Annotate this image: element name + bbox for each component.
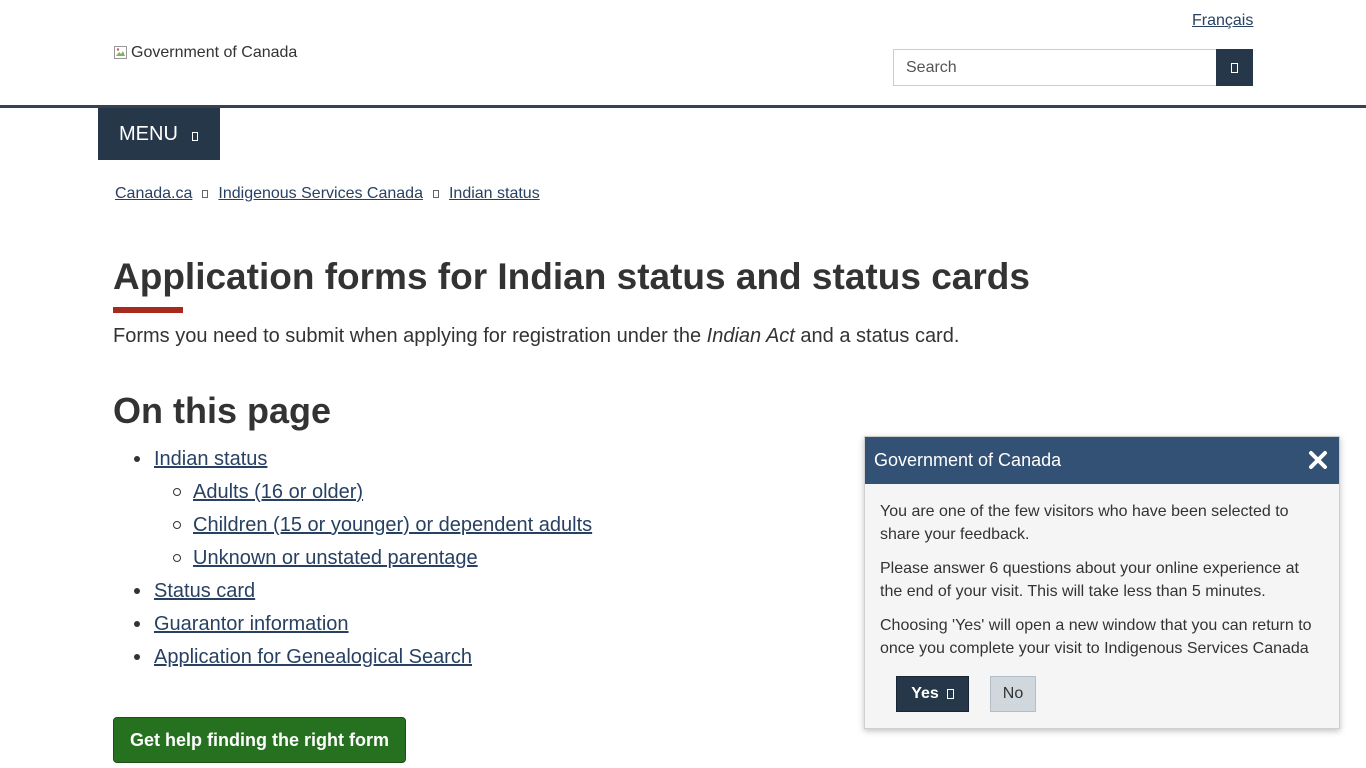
get-help-button[interactable]: Get help finding the right form <box>113 717 406 763</box>
broken-image-icon <box>113 45 129 61</box>
menu-label: MENU <box>119 122 178 145</box>
bullet-icon <box>134 588 140 594</box>
feedback-paragraph: Choosing 'Yes' will open a new window th… <box>880 617 1312 657</box>
bullet-icon <box>173 521 181 529</box>
feedback-actions: Yes No <box>896 676 1036 712</box>
yes-label: Yes <box>911 685 939 702</box>
toc-link-status-card[interactable]: Status card <box>154 578 255 604</box>
list-item: Status card <box>113 578 592 611</box>
list-item: Indian status <box>113 446 592 479</box>
lead-italic-act: Indian Act <box>706 325 795 347</box>
title-underline <box>113 307 183 313</box>
breadcrumb: Canada.ca Indigenous Services Canada Ind… <box>115 185 540 203</box>
toc-link-children[interactable]: Children (15 or younger) or dependent ad… <box>193 512 592 538</box>
page-lead: Forms you need to submit when applying f… <box>113 325 959 348</box>
feedback-dialog-title: Government of Canada <box>874 450 1062 470</box>
feedback-dialog: Government of Canada You are one of the … <box>864 436 1340 729</box>
list-item: Guarantor information <box>113 611 592 644</box>
breadcrumb-link-indigenous-services[interactable]: Indigenous Services Canada <box>218 185 423 203</box>
toc-link-indian-status[interactable]: Indian status <box>154 446 267 472</box>
search-form <box>893 49 1253 86</box>
yes-button[interactable]: Yes <box>896 676 969 712</box>
lead-text-before: Forms you need to submit when applying f… <box>113 325 707 347</box>
search-button[interactable] <box>1216 49 1253 86</box>
search-input[interactable] <box>893 49 1216 86</box>
list-item: Unknown or unstated parentage <box>113 545 592 578</box>
chevron-right-icon <box>432 190 439 198</box>
feedback-dialog-header: Government of Canada <box>865 437 1339 484</box>
government-logo[interactable]: Government of Canada <box>113 44 297 62</box>
feedback-dialog-body: You are one of the few visitors who have… <box>865 484 1339 660</box>
bullet-icon <box>134 456 140 462</box>
toc-link-genealogical-search[interactable]: Application for Genealogical Search <box>154 644 472 670</box>
no-button[interactable]: No <box>990 676 1036 712</box>
close-icon[interactable] <box>1307 449 1329 471</box>
feedback-paragraph: Please answer 6 questions about your onl… <box>880 560 1299 600</box>
bullet-icon <box>134 654 140 660</box>
list-item: Application for Genealogical Search <box>113 644 592 677</box>
breadcrumb-link-indian-status[interactable]: Indian status <box>449 185 540 203</box>
lead-text-after: and a status card. <box>794 325 960 347</box>
table-of-contents: Indian status Adults (16 or older) Child… <box>113 446 592 677</box>
list-item: Children (15 or younger) or dependent ad… <box>113 512 592 545</box>
external-link-icon <box>946 689 954 699</box>
bullet-icon <box>134 621 140 627</box>
list-item: Adults (16 or older) <box>113 479 592 512</box>
bullet-icon <box>173 488 181 496</box>
chevron-right-icon <box>202 190 209 198</box>
logo-alt-text: Government of Canada <box>131 44 298 61</box>
breadcrumb-link-canada[interactable]: Canada.ca <box>115 185 192 203</box>
expand-icon <box>191 131 198 141</box>
bullet-icon <box>173 554 181 562</box>
feedback-paragraph: You are one of the few visitors who have… <box>880 503 1289 543</box>
toc-link-unknown-parentage[interactable]: Unknown or unstated parentage <box>193 545 478 571</box>
toc-link-guarantor[interactable]: Guarantor information <box>154 611 349 637</box>
search-icon <box>1231 62 1238 73</box>
toc-link-adults[interactable]: Adults (16 or older) <box>193 479 363 505</box>
on-this-page-heading: On this page <box>113 390 332 431</box>
language-toggle-link[interactable]: Français <box>1192 12 1253 30</box>
page-title: Application forms for Indian status and … <box>113 256 1030 297</box>
menu-button[interactable]: MENU <box>98 108 220 160</box>
